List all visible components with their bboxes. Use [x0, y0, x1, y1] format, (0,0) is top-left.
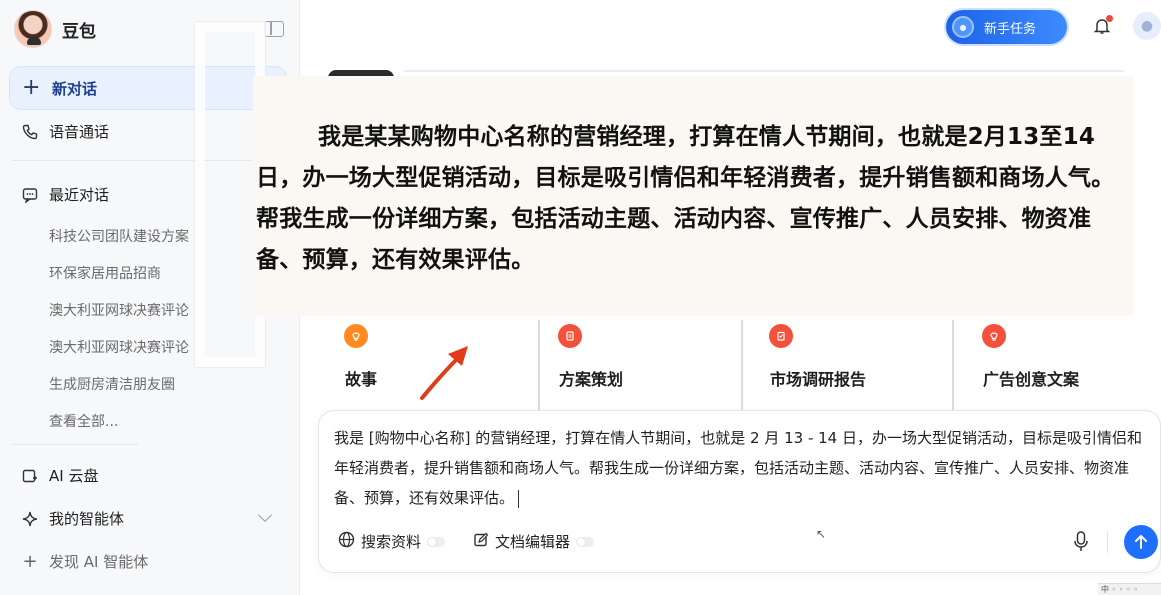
notification-dot [1106, 15, 1113, 22]
app-name: 豆包 [62, 21, 96, 42]
chevron-down-icon[interactable] [257, 507, 273, 523]
doc-editor-toggle[interactable]: 文档编辑器 [473, 531, 595, 552]
recent-chat-item[interactable]: 环保家居用品招商 [49, 263, 161, 283]
annotation-arrow-icon [420, 346, 468, 400]
discover-label: 发现 AI 智能体 [49, 553, 149, 571]
recent-chat-item[interactable]: 澳大利亚网球决赛评论 [49, 337, 189, 357]
notification-bell-icon[interactable] [1093, 15, 1113, 35]
user-avatar[interactable]: ● [1133, 12, 1161, 40]
clipboard-icon [769, 324, 793, 348]
editor-label: 文档编辑器 [495, 533, 571, 551]
lightbulb-icon [982, 324, 1006, 348]
prompt-overlay-caption: 我是某某购物中心名称的营销经理，打算在情人节期间，也就是2月13至14日，办一场… [253, 76, 1133, 316]
view-all-link[interactable]: 查看全部... [49, 411, 118, 431]
divider [12, 444, 138, 445]
chat-icon [20, 187, 40, 203]
sidebar-item-agents[interactable]: 我的智能体 [20, 508, 124, 529]
card-title: 故事 [345, 370, 378, 389]
divider [404, 70, 1124, 72]
recent-chat-item[interactable]: 澳大利亚网球决赛评论 [49, 300, 189, 320]
recent-title: 最近对话 [49, 186, 110, 204]
newbie-task-button[interactable]: ● 新手任务 [946, 10, 1067, 44]
editor-switch[interactable] [576, 536, 595, 547]
card-ad-copy[interactable]: 广告创意文案 [965, 315, 1161, 410]
task-badge-icon: ● [952, 16, 974, 38]
edit-icon [473, 532, 489, 552]
card-separator [741, 320, 743, 410]
microphone-icon[interactable] [1074, 531, 1088, 553]
sidebar-item-recent[interactable]: 最近对话 [20, 184, 109, 205]
chat-input-value: 我是 [购物中心名称] 的营销经理，打算在情人节期间，也就是 2 月 13 - … [334, 429, 1142, 507]
globe-icon [338, 531, 355, 552]
overlay-text: 我是某某购物中心名称的营销经理，打算在情人节期间，也就是2月13至14日，办一场… [256, 124, 1115, 273]
send-button[interactable] [1124, 525, 1158, 559]
chat-input-field[interactable]: 我是 [购物中心名称] 的营销经理，打算在情人节期间，也就是 2 月 13 - … [334, 423, 1154, 513]
card-title: 广告创意文案 [983, 370, 1080, 389]
mouse-cursor-icon: ↖ [816, 527, 827, 541]
search-label: 搜索资料 [361, 533, 422, 551]
chat-input-box[interactable]: 我是 [购物中心名称] 的营销经理，打算在情人节期间，也就是 2 月 13 - … [318, 410, 1161, 573]
search-switch[interactable] [427, 536, 446, 547]
sparkle-icon [20, 511, 40, 527]
sidebar-item-cloud[interactable]: AI 云盘 [20, 465, 98, 486]
recent-chat-item[interactable]: 科技公司团队建设方案 [49, 226, 189, 246]
recent-chat-item[interactable]: 生成厨房清洁朋友圈 [49, 374, 175, 394]
collapse-sidebar-icon[interactable] [264, 21, 284, 37]
agents-label: 我的智能体 [49, 510, 125, 528]
card-market-research[interactable]: 市场调研报告 [752, 315, 952, 410]
voice-call-label: 语音通话 [49, 123, 110, 141]
ime-status-bar: 中 ◦ ◦ ◦ ◦ [1098, 583, 1161, 595]
lightbulb-icon [344, 324, 368, 348]
card-title: 市场调研报告 [770, 370, 867, 389]
new-chat-label: 新对话 [52, 79, 98, 98]
divider [1107, 531, 1108, 553]
cloud-label: AI 云盘 [49, 467, 99, 485]
card-title: 方案策划 [559, 370, 624, 389]
card-separator [538, 320, 540, 410]
document-icon [558, 324, 582, 348]
phone-icon [20, 124, 40, 140]
brand[interactable]: 豆包 [14, 10, 96, 48]
plus-icon: + [22, 551, 38, 572]
search-toggle[interactable]: 搜索资料 [338, 531, 446, 552]
sidebar-item-discover[interactable]: + 发现 AI 智能体 [20, 551, 148, 572]
card-plan[interactable]: 方案策划 [541, 315, 741, 410]
avatar [14, 10, 52, 48]
card-separator [952, 320, 954, 410]
sidebar-item-voice-call[interactable]: 语音通话 [20, 121, 109, 142]
text-caret [518, 489, 520, 508]
arrow-up-icon [1135, 535, 1147, 549]
task-button-label: 新手任务 [984, 21, 1037, 37]
plus-icon: + [22, 75, 41, 100]
cloud-drive-icon [20, 468, 40, 484]
